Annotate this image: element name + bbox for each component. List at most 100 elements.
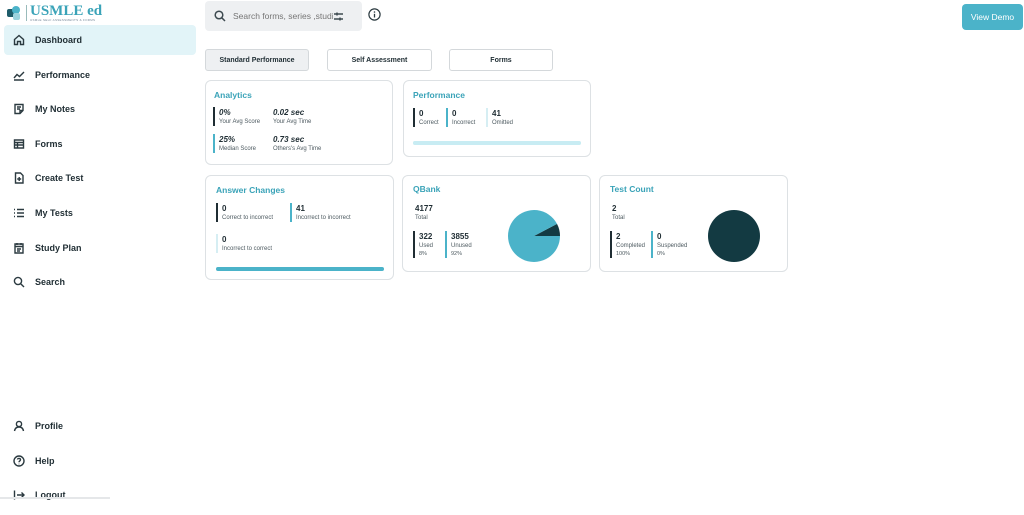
answer-changes-card: Answer Changes 0 Correct to incorrect 41… xyxy=(205,175,394,280)
filter-sliders-icon[interactable] xyxy=(333,11,344,22)
stat-label: Total xyxy=(415,215,428,221)
forms-icon xyxy=(13,139,25,149)
sidebar-item-label: My Tests xyxy=(35,207,73,218)
stat-value: 0.73 sec xyxy=(273,135,305,144)
search-icon xyxy=(214,10,226,22)
answer-changes-progress-track xyxy=(216,267,384,271)
sidebar-item-label: Help xyxy=(35,455,55,466)
create-test-icon xyxy=(14,172,24,185)
sidebar: USMLE ed USMLE SELF ASSESSMENTS & FORMS … xyxy=(0,0,200,500)
card-title: Performance xyxy=(413,90,465,100)
search-bar[interactable] xyxy=(205,1,362,31)
sidebar-item-performance[interactable]: Performance xyxy=(4,60,196,90)
sidebar-bottom-nav: Profile Help Logout xyxy=(4,411,196,515)
stat-value: 41 xyxy=(296,204,305,213)
sidebar-item-forms[interactable]: Forms xyxy=(4,129,196,159)
qbank-unused-stat: 3855 Unused 92% xyxy=(445,231,472,258)
stat-label: Incorrect xyxy=(452,120,476,126)
incorrect-to-correct-stat: 0 Incorrect to correct xyxy=(216,234,272,253)
omitted-stat: 41 Omitted xyxy=(486,108,513,127)
stat-value: 0 xyxy=(419,109,424,118)
completed-stat: 2 Completed 100% xyxy=(610,231,645,258)
card-title: Answer Changes xyxy=(216,185,285,195)
stat-value: 25% xyxy=(219,135,236,144)
omitted-progress-fill xyxy=(413,141,581,145)
sidebar-item-label: Create Test xyxy=(35,173,84,184)
stat-percent: 92% xyxy=(451,251,463,257)
stat-percent: 100% xyxy=(616,251,631,257)
user-icon xyxy=(13,420,25,432)
stat-label: Correct to incorrect xyxy=(222,215,274,221)
qbank-unused-slice xyxy=(508,210,560,262)
search-input[interactable] xyxy=(233,11,333,21)
completed-slice xyxy=(708,210,760,262)
tab-standard-performance[interactable]: Standard Performance xyxy=(205,49,309,71)
stat-label: Completed xyxy=(616,243,646,249)
stat-value: 0 xyxy=(657,232,662,241)
stat-value: 0.02 sec xyxy=(273,108,305,117)
sidebar-item-search[interactable]: Search xyxy=(4,267,196,297)
stat-label: Omitted xyxy=(492,120,514,126)
stat-label: Others's Avg Time xyxy=(273,146,322,152)
stat-value: 4177 xyxy=(415,204,433,213)
analytics-card: Analytics 0% Your Avg Score 0.02 sec You… xyxy=(205,80,393,165)
stat-label: Median Score xyxy=(219,146,257,152)
logo-icon xyxy=(7,6,21,20)
performance-card: Performance 0 Correct 0 Incorrect 41 Omi… xyxy=(403,80,591,157)
card-title: Analytics xyxy=(214,90,252,100)
stat-label: Used xyxy=(419,243,434,249)
stat-value: 0 xyxy=(222,235,227,244)
sidebar-item-my-tests[interactable]: My Tests xyxy=(4,198,196,228)
sidebar-item-label: Profile xyxy=(35,421,64,431)
stat-value: 0 xyxy=(222,204,227,213)
sidebar-item-profile[interactable]: Profile xyxy=(4,411,196,441)
sidebar-item-label: My Notes xyxy=(35,104,76,115)
stat-value: 0% xyxy=(219,108,231,117)
others-avg-time-stat: 0.73 sec Others's Avg Time xyxy=(273,134,321,153)
stat-value: 0 xyxy=(452,109,457,118)
stat-label: Your Avg Time xyxy=(273,119,312,125)
view-demo-button[interactable]: View Demo xyxy=(962,4,1023,30)
info-icon[interactable] xyxy=(368,8,381,21)
qbank-used-stat: 322 Used 8% xyxy=(413,231,433,258)
card-title: QBank xyxy=(413,184,441,194)
incorrect-to-incorrect-progress-fill xyxy=(216,267,384,271)
sidebar-item-logout[interactable]: Logout xyxy=(4,480,196,510)
suspended-stat: 0 Suspended 0% xyxy=(651,231,687,258)
sidebar-item-study-plan[interactable]: Study Plan xyxy=(4,233,196,263)
sidebar-item-help[interactable]: Help xyxy=(4,446,196,476)
help-icon xyxy=(13,454,25,467)
card-title: Test Count xyxy=(610,184,654,194)
sidebar-item-label: Performance xyxy=(35,69,91,80)
your-avg-time-stat: 0.02 sec Your Avg Time xyxy=(273,107,311,126)
calendar-icon xyxy=(14,242,24,254)
stat-label: Incorrect to incorrect xyxy=(296,215,351,221)
stat-label: Total xyxy=(612,215,625,221)
performance-progress-track xyxy=(413,141,581,145)
median-score-stat: 25% Median Score xyxy=(213,134,256,153)
stat-label: Suspended xyxy=(657,243,688,249)
sidebar-item-label: Dashboard xyxy=(35,35,83,45)
test-count-pie-chart xyxy=(708,210,760,262)
sidebar-nav: Dashboard Performance My Notes Forms Cre… xyxy=(4,25,196,302)
brand-logo[interactable]: USMLE ed USMLE SELF ASSESSMENTS & FORMS xyxy=(7,3,102,23)
tab-forms[interactable]: Forms xyxy=(449,49,553,71)
correct-stat: 0 Correct xyxy=(413,108,439,127)
qbank-card: QBank 4177 Total 322 Used 8% 3855 Unused… xyxy=(402,175,591,272)
sidebar-item-label: Forms xyxy=(35,138,63,149)
sidebar-item-label: Study Plan xyxy=(35,242,82,253)
test-count-total-stat: 2 Total xyxy=(612,203,625,222)
stat-value: 2 xyxy=(612,204,617,213)
sidebar-item-create-test[interactable]: Create Test xyxy=(4,163,196,193)
test-count-card: Test Count 2 Total 2 Completed 100% 0 Su… xyxy=(599,175,788,272)
brand-name: USMLE ed xyxy=(30,2,103,19)
chart-line-icon xyxy=(13,71,25,81)
sidebar-item-label: Search xyxy=(35,277,66,288)
correct-to-incorrect-stat: 0 Correct to incorrect xyxy=(216,203,273,222)
sidebar-item-dashboard[interactable]: Dashboard xyxy=(4,25,196,55)
sidebar-item-my-notes[interactable]: My Notes xyxy=(4,94,196,124)
stat-label: Unused xyxy=(451,243,472,249)
stat-label: Correct xyxy=(419,120,439,126)
tab-self-assessment[interactable]: Self Assessment xyxy=(327,49,432,71)
stat-percent: 0% xyxy=(657,251,665,257)
